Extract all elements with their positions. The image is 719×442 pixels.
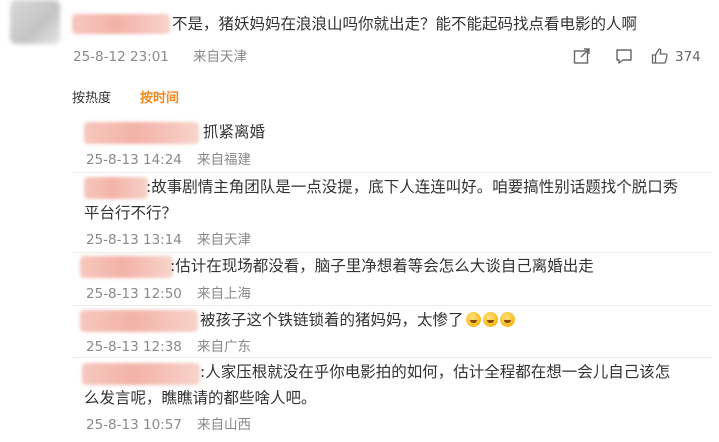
comment-text: 不是，猪妖妈妈在浪浪山吗你就出走？能不能起码找点看电影的人啊 (172, 15, 638, 33)
crying-face-icon (482, 312, 498, 327)
reply-username-blurred[interactable] (84, 177, 148, 199)
reply-text: 被孩子这个铁链锁着的猪妈妈，太惨了 (200, 309, 515, 331)
reply-username-blurred[interactable] (80, 310, 198, 332)
reply-time: 25-8-13 13:14 (86, 232, 182, 248)
comment-time: 25-8-12 23:01 (73, 49, 169, 65)
reply-time: 25-8-13 14:24 (86, 152, 182, 168)
reply-username-blurred[interactable] (80, 256, 173, 278)
comment-icon[interactable] (614, 46, 634, 66)
reply-location: 来自广东 (197, 339, 251, 355)
reply-text-line2: 平台行不行？ (84, 204, 178, 222)
reply-text: 抓紧离婚 (203, 123, 266, 141)
reply-time: 25-8-13 12:38 (86, 339, 182, 355)
sort-by-time-tab[interactable]: 按时间 (140, 90, 179, 108)
reply-location: 来自山西 (197, 417, 251, 433)
reply-text-line1: :故事剧情主角团队是一点没提，底下人连连叫好。咱要搞性别话题找个脱口秀 (146, 178, 679, 196)
reply-text-content: 被孩子这个铁链锁着的猪妈妈，太惨了 (200, 311, 464, 329)
sort-by-hot-tab[interactable]: 按热度 (72, 90, 111, 108)
crying-face-icon (465, 312, 481, 327)
reply-time: 25-8-13 12:50 (86, 286, 182, 302)
reply-location: 来自福建 (197, 152, 251, 168)
crying-face-icon (499, 312, 515, 327)
reply-username-blurred[interactable] (82, 363, 200, 385)
reply-username-blurred[interactable] (84, 122, 199, 144)
like-count: 374 (675, 49, 701, 65)
reply-text: :估计在现场都没看，脑子里净想着等会怎么大谈自己离婚出走 (170, 257, 594, 275)
reply-text-line1: :人家压根就没在乎你电影拍的如何，估计全程都在想一会儿自己该怎 (200, 363, 671, 381)
avatar[interactable] (10, 0, 60, 44)
share-icon[interactable] (572, 46, 592, 66)
username-blurred[interactable] (72, 14, 170, 34)
reply-time: 25-8-13 10:57 (86, 417, 182, 433)
reply-text-line2: 么发言呢，瞧瞧请的都些啥人吧。 (84, 389, 317, 407)
reply-location: 来自天津 (197, 232, 251, 248)
comment-location: 来自天津 (193, 49, 247, 65)
like-icon[interactable] (650, 46, 670, 66)
reply-location: 来自上海 (197, 286, 251, 302)
